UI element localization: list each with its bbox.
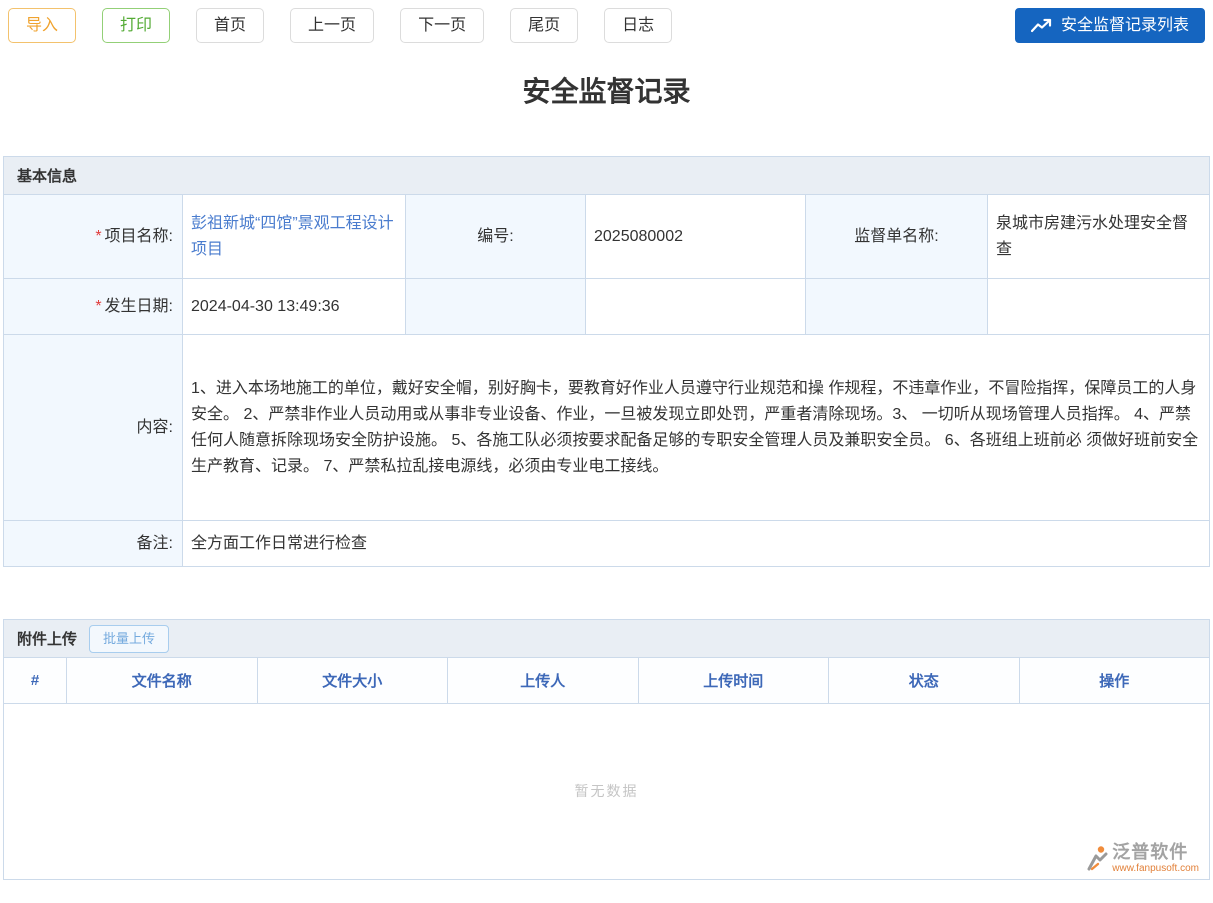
number-label: 编号: (406, 195, 586, 279)
attachments-section: 附件上传 批量上传 # 文件名称 文件大小 上传人 上传时间 状态 操作 暂无数… (3, 619, 1210, 880)
required-asterisk: * (95, 298, 101, 315)
attachments-title: 附件上传 (17, 628, 77, 649)
brand-name: 泛普软件 (1112, 842, 1199, 863)
attachments-header: 附件上传 批量上传 (3, 619, 1210, 657)
column-operation: 操作 (1019, 658, 1210, 704)
empty-label-cell (806, 279, 988, 335)
content-value: 1、进入本场地施工的单位，戴好安全帽，别好胸卡，要教育好作业人员遵守行业规范和操… (183, 335, 1210, 521)
content-label: 内容: (4, 335, 183, 521)
no-data-text: 暂无数据 (575, 781, 639, 801)
page: 导入 打印 首页 上一页 下一页 尾页 日志 安全监督记录列表 安全监督记录 基… (0, 0, 1213, 880)
print-button[interactable]: 打印 (102, 8, 170, 43)
column-status: 状态 (829, 658, 1020, 704)
empty-value-cell (586, 279, 806, 335)
attachments-empty-body: 暂无数据 泛普软件 www.fanpusoft.com (3, 704, 1210, 880)
batch-upload-button[interactable]: 批量上传 (89, 625, 169, 653)
occur-date-label: *发生日期: (4, 279, 183, 335)
log-button[interactable]: 日志 (604, 8, 672, 43)
supervision-name-label: 监督单名称: (806, 195, 988, 279)
column-uploader: 上传人 (448, 658, 639, 704)
remark-label: 备注: (4, 521, 183, 567)
project-name-cell: 彭祖新城“四馆”景观工程设计项目 (183, 195, 406, 279)
first-page-button[interactable]: 首页 (196, 8, 264, 43)
attachments-table: # 文件名称 文件大小 上传人 上传时间 状态 操作 (3, 657, 1210, 704)
record-list-button[interactable]: 安全监督记录列表 (1015, 8, 1205, 43)
required-asterisk: * (95, 228, 101, 245)
column-index: # (4, 658, 67, 704)
basic-info-title: 基本信息 (17, 165, 77, 186)
occur-date-label-text: 发生日期: (105, 298, 173, 315)
project-name-label: *项目名称: (4, 195, 183, 279)
basic-info-header: 基本信息 (3, 156, 1210, 194)
brand-text: 泛普软件 www.fanpusoft.com (1112, 842, 1199, 874)
table-row: 内容: 1、进入本场地施工的单位，戴好安全帽，别好胸卡，要教育好作业人员遵守行业… (4, 335, 1210, 521)
attachments-header-row: # 文件名称 文件大小 上传人 上传时间 状态 操作 (4, 658, 1210, 704)
trend-arrow-icon (1031, 18, 1052, 33)
basic-info-section: 基本信息 *项目名称: 彭祖新城“四馆”景观工程设计项目 编号: 2025080… (3, 156, 1210, 567)
next-page-button[interactable]: 下一页 (400, 8, 484, 43)
brand-website: www.fanpusoft.com (1112, 863, 1199, 875)
table-row: 备注: 全方面工作日常进行检查 (4, 521, 1210, 567)
project-name-label-text: 项目名称: (105, 228, 173, 245)
fanpusoft-brand: 泛普软件 www.fanpusoft.com (1086, 842, 1199, 874)
remark-value: 全方面工作日常进行检查 (183, 521, 1210, 567)
import-button[interactable]: 导入 (8, 8, 76, 43)
empty-value-cell (988, 279, 1210, 335)
last-page-button[interactable]: 尾页 (510, 8, 578, 43)
table-row: *发生日期: 2024-04-30 13:49:36 (4, 279, 1210, 335)
fanpusoft-logo-icon (1086, 842, 1108, 871)
record-list-button-label: 安全监督记录列表 (1061, 9, 1189, 42)
table-row: *项目名称: 彭祖新城“四馆”景观工程设计项目 编号: 2025080002 监… (4, 195, 1210, 279)
supervision-name-value: 泉城市房建污水处理安全督查 (988, 195, 1210, 279)
column-upload-time: 上传时间 (638, 658, 829, 704)
toolbar: 导入 打印 首页 上一页 下一页 尾页 日志 安全监督记录列表 (3, 8, 1210, 43)
column-file-name: 文件名称 (67, 658, 258, 704)
occur-date-value: 2024-04-30 13:49:36 (183, 279, 406, 335)
column-file-size: 文件大小 (257, 658, 448, 704)
basic-info-table: *项目名称: 彭祖新城“四馆”景观工程设计项目 编号: 2025080002 监… (3, 194, 1210, 567)
number-value: 2025080002 (586, 195, 806, 279)
prev-page-button[interactable]: 上一页 (290, 8, 374, 43)
page-title: 安全监督记录 (3, 70, 1210, 110)
project-name-link[interactable]: 彭祖新城“四馆”景观工程设计项目 (191, 215, 394, 258)
empty-label-cell (406, 279, 586, 335)
